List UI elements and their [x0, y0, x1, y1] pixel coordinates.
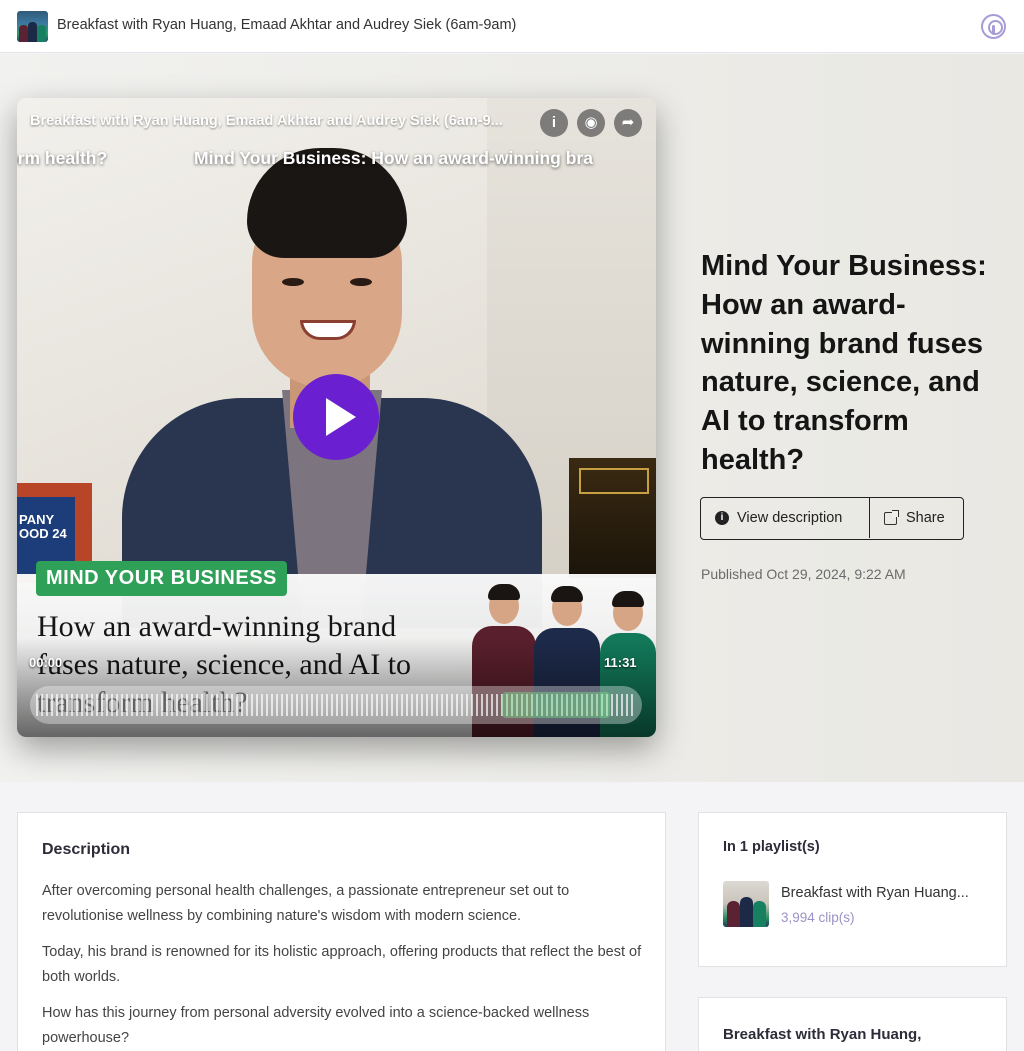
- published-date: Published Oct 29, 2024, 9:22 AM: [701, 566, 906, 582]
- share-icon[interactable]: ➦: [614, 109, 642, 137]
- description-paragraph: How has this journey from personal adver…: [42, 1005, 590, 1046]
- top-bar: Breakfast with Ryan Huang, Emaad Akhtar …: [0, 0, 1024, 53]
- description-paragraph: After overcoming personal health challen…: [42, 883, 570, 924]
- show-title-link[interactable]: Breakfast with Ryan Huang, Emaad Akhtar …: [57, 17, 516, 33]
- share-label: Share: [906, 510, 945, 526]
- view-description-button[interactable]: i View description: [701, 498, 870, 538]
- description-card: Description After overcoming personal he…: [17, 812, 666, 1051]
- waveform-highlight: [502, 692, 610, 718]
- share-button[interactable]: Share: [870, 498, 963, 538]
- show-card: Breakfast with Ryan Huang,: [698, 997, 1007, 1051]
- playlist-thumbnail: [723, 881, 769, 927]
- podcast-icon[interactable]: ◉: [577, 109, 605, 137]
- award-poster: [569, 458, 656, 578]
- description-paragraph: Today, his brand is renowned for its hol…: [42, 944, 642, 985]
- play-button[interactable]: [293, 374, 379, 460]
- info-icon[interactable]: i: [540, 109, 568, 137]
- show-card-heading[interactable]: Breakfast with Ryan Huang,: [723, 1026, 982, 1043]
- time-elapsed: 00:00: [29, 655, 63, 670]
- player-title: Breakfast with Ryan Huang, Emaad Akhtar …: [30, 113, 503, 129]
- time-total: 11:31: [604, 655, 637, 670]
- guest-photo: [112, 128, 552, 628]
- external-link-icon: [884, 509, 899, 525]
- waveform-scrubber[interactable]: [30, 686, 642, 724]
- episode-title: Mind Your Business: How an award-winning…: [701, 250, 987, 476]
- description-heading: Description: [42, 841, 131, 858]
- playlist-name: Breakfast with Ryan Huang...: [781, 885, 969, 901]
- view-description-label: View description: [737, 510, 843, 526]
- show-thumbnail[interactable]: [17, 11, 48, 42]
- action-buttons: i View description Share: [700, 497, 964, 540]
- playlists-card: In 1 playlist(s) Breakfast with Ryan Hua…: [698, 812, 1007, 967]
- playlists-heading: In 1 playlist(s): [723, 839, 820, 855]
- segment-badge: MIND YOUR BUSINESS: [36, 561, 287, 596]
- audio-player[interactable]: PANY OOD 24 MIND YOUR BUSINESS How an aw…: [17, 98, 656, 737]
- info-icon: i: [715, 511, 729, 525]
- playlist-clip-count: 3,994 clip(s): [781, 910, 855, 925]
- playlist-item[interactable]: Breakfast with Ryan Huang... 3,994 clip(…: [723, 881, 993, 929]
- podcast-icon[interactable]: [981, 14, 1006, 39]
- episode-ticker: orm health? Mind Your Business: How an a…: [17, 148, 593, 168]
